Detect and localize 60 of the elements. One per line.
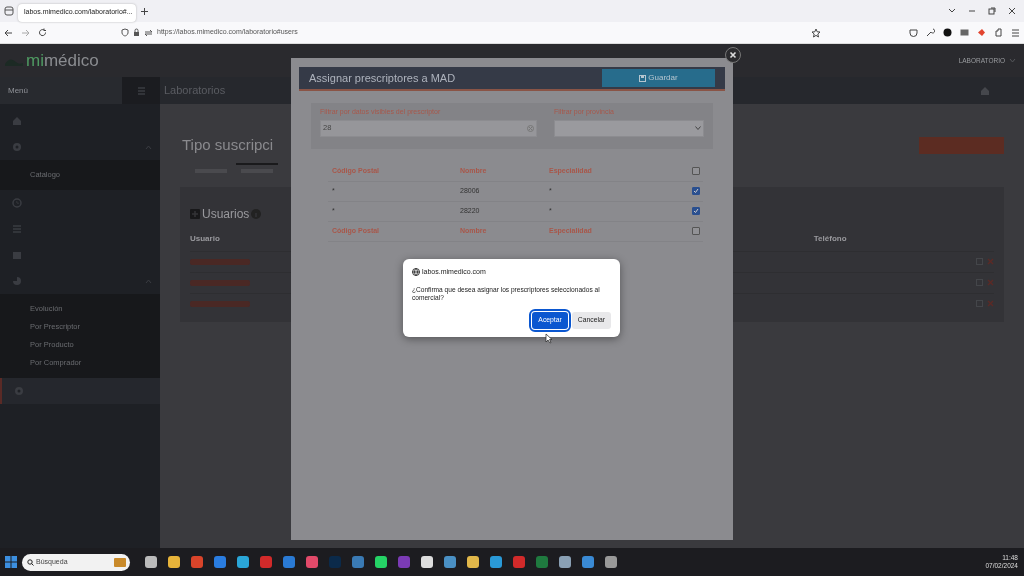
notebook-icon[interactable] [397, 555, 411, 569]
menu-label: Menú [0, 77, 122, 104]
restore-icon[interactable] [988, 7, 996, 15]
start-icon[interactable] [4, 555, 18, 569]
menu-icon[interactable] [1011, 28, 1020, 37]
app-icon[interactable] [351, 555, 365, 569]
window-icon[interactable] [144, 555, 158, 569]
minimize-icon[interactable] [968, 7, 976, 15]
checkbox[interactable] [692, 187, 700, 195]
gear-icon[interactable] [558, 555, 572, 569]
reload-icon[interactable] [38, 28, 47, 37]
tab-list-icon[interactable] [4, 6, 14, 16]
code-editor-icon[interactable] [282, 555, 296, 569]
checkbox[interactable] [692, 207, 700, 215]
calendar-icon [12, 250, 22, 260]
shield-icon[interactable] [190, 555, 204, 569]
modal-title: Assignar prescriptores a MAD [309, 70, 456, 86]
chevron-down-icon [695, 126, 701, 130]
chat-icon[interactable] [443, 555, 457, 569]
forward-icon[interactable] [21, 28, 30, 37]
logo: mimédico [26, 49, 99, 72]
page-title: Tipo suscripci [182, 135, 274, 155]
plus-icon[interactable] [140, 6, 149, 16]
chat-icon[interactable] [374, 555, 388, 569]
app-icon[interactable] [466, 555, 480, 569]
pocket-icon[interactable] [909, 28, 918, 37]
star-icon[interactable] [811, 27, 821, 38]
gear-icon [12, 142, 22, 152]
close-icon[interactable] [725, 47, 741, 63]
checkbox[interactable] [692, 227, 700, 235]
shield-icon[interactable] [121, 28, 129, 37]
gear-icon [14, 386, 24, 396]
chevron-down-icon[interactable] [948, 8, 956, 14]
panel-title: Usuarios [202, 205, 250, 223]
house-icon [12, 116, 22, 126]
spreadsheet-icon[interactable] [535, 555, 549, 569]
permissions-icon[interactable] [144, 28, 153, 37]
wrench-icon[interactable] [926, 28, 935, 37]
send-icon[interactable] [489, 555, 503, 569]
app-icon[interactable] [604, 555, 618, 569]
mail-icon[interactable] [420, 555, 434, 569]
clock-icon [12, 198, 22, 208]
app-icon[interactable] [236, 555, 250, 569]
chart-icon [12, 276, 22, 286]
browser-icon[interactable] [213, 555, 227, 569]
lock-icon[interactable] [133, 28, 140, 37]
close-icon[interactable] [1008, 7, 1016, 15]
search-icon [27, 558, 34, 566]
column-header: Usuario [190, 232, 220, 245]
globe-icon [412, 268, 420, 277]
app-icon[interactable] [581, 555, 595, 569]
checkbox[interactable] [692, 167, 700, 175]
back-icon[interactable] [4, 28, 13, 37]
app-icon[interactable] [305, 555, 319, 569]
briefcase-icon [114, 557, 126, 567]
save-button[interactable]: Guardar [602, 69, 715, 87]
folder-icon[interactable] [167, 555, 181, 569]
column-header: Teléfono [813, 232, 847, 245]
screen-icon[interactable] [960, 29, 969, 36]
save-icon [639, 74, 647, 82]
